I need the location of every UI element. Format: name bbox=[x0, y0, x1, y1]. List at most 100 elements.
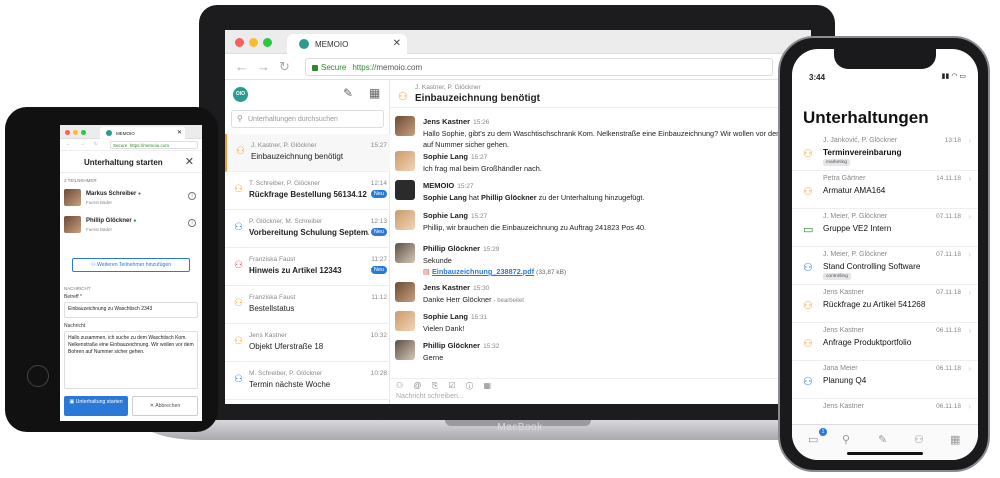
participants-label: 2 TEILNEHMER bbox=[64, 178, 97, 183]
conversation-item[interactable]: ⚇ M. Schreiber, P. Glöckner Termin nächste… bbox=[225, 362, 390, 400]
message-author[interactable]: Sophie Lang bbox=[423, 312, 468, 321]
conversation-item[interactable]: ⚇ Jens Kastner Rückfrage zu Artikel 541268… bbox=[792, 285, 978, 323]
message-body: Sophie Lang 15:31 Vielen Dank! bbox=[423, 311, 811, 334]
reload-icon[interactable]: ↻ bbox=[279, 59, 290, 75]
iphone-screen: 3:44 ▮▮ ◠ ▭ Unterhaltungen ⚇ J. Janković,… bbox=[792, 49, 978, 460]
conversation-item[interactable]: ⚇ Franziska Faust Hinweis zu Artikel 12343… bbox=[225, 248, 390, 286]
search-tab-icon[interactable]: ⚲ bbox=[842, 433, 850, 446]
group-orange-icon: ⚇ bbox=[803, 148, 813, 160]
avatar[interactable] bbox=[395, 180, 415, 200]
forward-arrow-icon[interactable]: → bbox=[257, 59, 270, 74]
grid-icon[interactable]: ▦ bbox=[369, 86, 380, 100]
memoio-logo: OIO bbox=[233, 87, 248, 102]
message-author[interactable]: Jens Kastner bbox=[423, 117, 470, 126]
conversation-time: 12:14 bbox=[370, 180, 387, 187]
attachment-link[interactable]: Einbauzeichnung_238872.pdf bbox=[432, 267, 534, 276]
avatar[interactable] bbox=[395, 151, 415, 171]
forward-arrow-icon[interactable]: → bbox=[80, 141, 85, 146]
conversation-participants: Jens Kastner bbox=[823, 403, 864, 410]
chevron-right-icon: › bbox=[968, 364, 971, 373]
message-text: Hallo Sophie, gibt's zu dem Waschtischsc… bbox=[423, 129, 808, 149]
compose-tab-icon[interactable]: ✎ bbox=[878, 433, 887, 446]
close-icon[interactable]: ✕ bbox=[185, 155, 194, 168]
reload-icon[interactable]: ↻ bbox=[94, 141, 98, 147]
contacts-tab-icon[interactable]: ⚇ bbox=[914, 433, 924, 446]
group-blue-icon: ⚇ bbox=[234, 374, 243, 385]
compose-icon[interactable]: ✎ bbox=[343, 86, 353, 100]
minimize-window-dot[interactable] bbox=[73, 130, 78, 135]
back-arrow-icon[interactable]: ← bbox=[66, 141, 71, 146]
conversation-item[interactable]: ⚇ Jana Meier Planung Q4 06.11.18 › bbox=[792, 361, 978, 399]
message-time: 15:31 bbox=[471, 314, 488, 321]
conversation-item[interactable]: ⚇ Jens Kastner Anfrage Produktportfolio 06.… bbox=[792, 323, 978, 361]
zoom-window-dot[interactable] bbox=[81, 130, 86, 135]
conversation-item[interactable]: ⚇ J. Meier, P. Glöckner Stand Controlling … bbox=[792, 247, 978, 285]
message-author[interactable]: Phillip Glöckner bbox=[423, 244, 480, 253]
betreff-input[interactable]: Einbauzeichnung zu Waschtisch 2343 bbox=[64, 302, 198, 318]
minimize-window-dot[interactable] bbox=[249, 38, 258, 47]
conversation-item[interactable]: ⚇ J. Kastner, P. Glöckner Einbauzeichnung … bbox=[225, 134, 390, 172]
add-participant-button[interactable]: ⚇ Weiteren Teilnehmer hinzufügen bbox=[72, 258, 190, 272]
composer[interactable]: ⚇ @ ⎘ ☑ ⓘ ▦ Nachricht schreiben... bbox=[390, 378, 811, 404]
memoio-app: OIO ✎ ▦ ⚲ Unterhaltungen durchsuchen ⚇ J.… bbox=[225, 80, 811, 404]
avatar[interactable] bbox=[395, 243, 415, 263]
message-author[interactable]: Sophie Lang bbox=[423, 152, 468, 161]
close-tab-icon[interactable]: ✕ bbox=[393, 38, 401, 49]
info-icon[interactable]: i bbox=[188, 219, 196, 227]
zoom-window-dot[interactable] bbox=[263, 38, 272, 47]
message-author[interactable]: MEMOIO bbox=[423, 181, 454, 190]
conversation-item[interactable]: ⚇ Franziska Faust Bestellstatus 11:12 bbox=[225, 286, 390, 324]
conversation-item[interactable]: ⚇ J. Janković, P. Glöckner Terminvereinbar… bbox=[792, 133, 978, 171]
message-text: Phillip, wir brauchen die Einbauzeichnun… bbox=[423, 223, 647, 232]
info-icon[interactable]: i bbox=[188, 192, 196, 200]
browser-tab[interactable]: MEMOIO ✕ bbox=[100, 127, 185, 139]
conversation-participants: Jens Kastner bbox=[823, 289, 864, 296]
participant-name-wrap: Phillip Glöckner ● bbox=[86, 218, 136, 224]
close-window-dot[interactable] bbox=[235, 38, 244, 47]
close-tab-icon[interactable]: ✕ bbox=[177, 129, 182, 136]
grid-tab-icon[interactable]: ▦ bbox=[950, 433, 960, 446]
chevron-right-icon: › bbox=[968, 326, 971, 335]
message-text: Danke Herr Glöckner bbox=[423, 295, 492, 304]
conversation-item[interactable]: ⚇ Petra Gärtner Armatur AMA164 14.11.18 › bbox=[792, 171, 978, 209]
conversation-item[interactable]: ⚇ T. Schreiber, P. Glöckner Rückfrage Best… bbox=[225, 172, 390, 210]
page-title: Unterhaltungen bbox=[803, 108, 929, 127]
conversation-item[interactable]: ▭ J. Meier, P. Glöckner Gruppe VE2 Intern 0… bbox=[792, 209, 978, 247]
macbook-screen: MEMOIO ✕ ← → ↻ Secure https://memoio.com … bbox=[225, 30, 811, 404]
avatar bbox=[64, 189, 81, 206]
address-bar[interactable]: Secure https://memoio.com bbox=[305, 58, 773, 76]
message-body: Jens Kastner 15:26 Hallo Sophie, gibt's zu… bbox=[423, 116, 811, 150]
nachricht-textarea[interactable]: Hallo zusammen, ich suche zu dem Waschti… bbox=[64, 331, 198, 389]
message-author[interactable]: Jens Kastner bbox=[423, 283, 470, 292]
conversation-participants: J. Kastner, P. Glöckner bbox=[251, 142, 317, 149]
address-bar[interactable]: Secure https://memoio.com bbox=[110, 141, 198, 149]
person-orange-icon: ⚇ bbox=[234, 336, 243, 347]
back-arrow-icon[interactable]: ← bbox=[235, 59, 248, 74]
message-time: 15:27 bbox=[471, 154, 488, 161]
message-author[interactable]: Phillip Glöckner bbox=[423, 341, 480, 350]
conversation-item[interactable]: ⚇ Jens Kastner Objekt Uferstraße 18 10:32 bbox=[225, 324, 390, 362]
composer-input[interactable]: Nachricht schreiben... bbox=[396, 393, 464, 400]
browser-tab[interactable]: MEMOIO ✕ bbox=[287, 34, 407, 54]
conversation-title: Anfrage Produktportfolio bbox=[823, 338, 912, 347]
cancel-button[interactable]: ✕ Abbrechen bbox=[132, 396, 198, 416]
conversation-time: 07.11.18 bbox=[936, 289, 961, 296]
message-text: Sekunde bbox=[423, 256, 452, 265]
url-text: https://memoio.com bbox=[129, 143, 170, 148]
conversation-title: Rückfrage zu Artikel 541268 bbox=[823, 300, 926, 309]
conversation-tag: marketing bbox=[823, 159, 851, 166]
avatar[interactable] bbox=[395, 210, 415, 230]
search-input[interactable]: ⚲ Unterhaltungen durchsuchen bbox=[231, 110, 384, 128]
avatar[interactable] bbox=[395, 311, 415, 331]
conversation-item[interactable]: ⚇ P. Glöckner, M. Schreiber Vorbereitung S… bbox=[225, 210, 390, 248]
home-button[interactable] bbox=[27, 365, 49, 387]
conversation-time: 07.11.18 bbox=[936, 251, 961, 258]
avatar[interactable] bbox=[395, 116, 415, 136]
composer-toolbar-icons[interactable]: ⚇ @ ⎘ ☑ ⓘ ▦ bbox=[396, 381, 495, 391]
avatar[interactable] bbox=[395, 340, 415, 360]
start-conversation-button[interactable]: ▣ Unterhaltung starten bbox=[64, 396, 128, 416]
chat-tab-icon[interactable]: ▭ bbox=[808, 433, 818, 446]
avatar[interactable] bbox=[395, 282, 415, 302]
close-window-dot[interactable] bbox=[65, 130, 70, 135]
message-author[interactable]: Sophie Lang bbox=[423, 211, 468, 220]
